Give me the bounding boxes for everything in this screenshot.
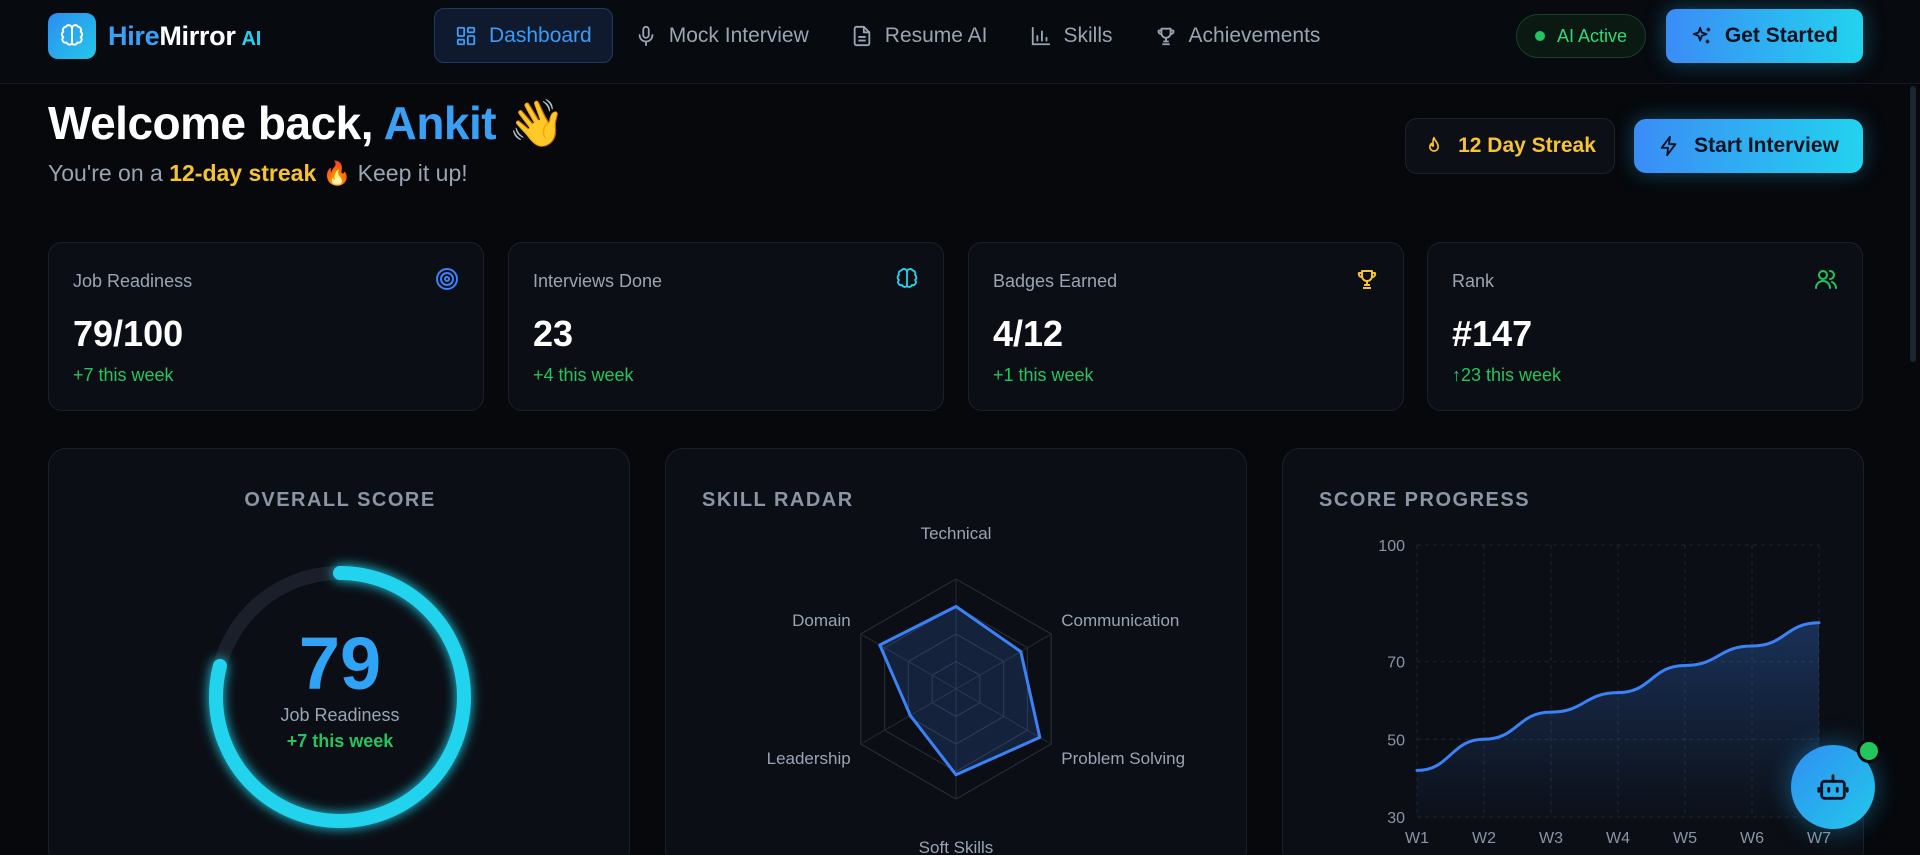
subtitle-suffix: Keep it up! <box>351 160 468 186</box>
x-tick-label: W4 <box>1606 830 1630 847</box>
x-tick-label: W5 <box>1673 830 1697 847</box>
brand-ai: AI <box>241 27 262 50</box>
stat-card-rank: Rank #147 ↑23 this week <box>1427 242 1863 411</box>
users-icon <box>1814 267 1838 296</box>
welcome-text: Welcome back, <box>48 97 384 149</box>
stat-card-interviews-done: Interviews Done 23 +4 this week <box>508 242 944 411</box>
scrollbar-thumb[interactable] <box>1910 86 1916 362</box>
score-progress-panel: SCORE PROGRESS 30 50 70 100 W1 W2 W3 W4 W5 W6 W7 <box>1282 448 1864 855</box>
stat-delta: +4 this week <box>533 365 634 385</box>
radar-axis-label: Leadership <box>767 749 851 768</box>
score-value: 79 <box>298 622 382 705</box>
user-name: Ankit <box>383 97 497 149</box>
x-tick-label: W6 <box>1740 830 1764 847</box>
start-interview-label: Start Interview <box>1694 134 1839 157</box>
brain-icon <box>895 267 919 296</box>
get-started-label: Get Started <box>1724 24 1839 47</box>
x-tick-label: W2 <box>1472 830 1496 847</box>
nav-label: Mock Interview <box>668 23 809 47</box>
stat-card-badges-earned: Badges Earned 4/12 +1 this week <box>968 242 1404 411</box>
get-started-button[interactable]: Get Started <box>1666 9 1863 63</box>
subtitle-prefix: You're on a <box>48 160 170 186</box>
radar-axis-label: Soft Skills <box>919 838 994 855</box>
document-icon <box>853 25 871 46</box>
y-tick-label: 30 <box>1387 810 1405 827</box>
radar-axis-label: Problem Solving <box>1061 749 1185 768</box>
x-tick-label: W1 <box>1405 830 1429 847</box>
stat-delta: +7 this week <box>73 365 174 385</box>
streak-badge-label: 12 Day Streak <box>1458 134 1596 157</box>
nav-item-dashboard[interactable]: Dashboard <box>434 8 613 63</box>
nav-links: Dashboard Mock Interview Resume AI Skill… <box>434 8 1342 63</box>
flame-icon <box>1429 136 1440 152</box>
nav-item-achievements[interactable]: Achievements <box>1135 8 1341 63</box>
panel-title: OVERALL SCORE <box>244 489 436 511</box>
stat-value: #147 <box>1452 313 1533 354</box>
score-progress-chart: 30 50 70 100 W1 W2 W3 W4 W5 W6 W7 <box>1378 538 1831 847</box>
nav-label: Achievements <box>1188 23 1321 47</box>
x-tick-label: W7 <box>1807 830 1831 847</box>
stat-delta: +1 this week <box>993 365 1094 385</box>
trophy-icon <box>1157 27 1174 45</box>
bar-chart-icon <box>1031 26 1050 45</box>
stat-delta: ↑23 this week <box>1452 365 1562 385</box>
nav-label: Skills <box>1063 23 1113 47</box>
streak-subtitle: You're on a 12-day streak 🔥 Keep it up! <box>48 160 468 187</box>
sparkles-icon <box>1692 26 1711 44</box>
radar-axis-label: Technical <box>921 524 992 543</box>
radar-series <box>878 605 1042 777</box>
dashboard-icon <box>456 26 476 45</box>
online-indicator <box>1857 739 1881 763</box>
ai-status-label: AI Active <box>1557 25 1628 46</box>
nav-item-resume-ai[interactable]: Resume AI <box>831 8 1008 63</box>
y-tick-label: 50 <box>1387 732 1405 749</box>
y-tick-label: 100 <box>1378 538 1405 555</box>
overall-score-panel: OVERALL SCORE 79 Job Readiness +7 this w… <box>48 448 630 855</box>
nav-label: Dashboard <box>489 23 592 47</box>
nav-item-mock-interview[interactable]: Mock Interview <box>615 8 829 63</box>
status-dot <box>1535 31 1545 41</box>
nav-label: Resume AI <box>884 23 988 47</box>
ai-status-badge: AI Active <box>1516 14 1647 58</box>
streak-badge: 12 Day Streak <box>1405 118 1615 174</box>
radar-axis-label: Domain <box>792 611 851 630</box>
score-delta: +7 this week <box>286 731 394 751</box>
stat-value: 4/12 <box>993 313 1064 354</box>
stat-label: Job Readiness <box>73 271 193 291</box>
subtitle-streak: 12-day streak <box>169 160 317 186</box>
start-interview-button[interactable]: Start Interview <box>1634 119 1863 173</box>
brand-name: HireMirror AI <box>108 21 261 52</box>
nav-item-skills[interactable]: Skills <box>1010 8 1133 63</box>
robot-icon <box>1817 774 1849 800</box>
microphone-icon <box>638 25 654 46</box>
trophy-icon <box>1355 267 1379 296</box>
radar-axis-label: Communication <box>1061 611 1179 630</box>
stat-value: 79/100 <box>73 313 184 354</box>
target-icon <box>435 267 459 296</box>
skill-radar-chart: Technical Communication Problem Solving Sof… <box>767 524 1185 855</box>
stat-card-job-readiness: Job Readiness 79/100 +7 this week <box>48 242 484 411</box>
score-label: Job Readiness <box>280 705 400 725</box>
brand-mirror: Mirror <box>159 20 236 51</box>
lightning-icon <box>1660 135 1677 157</box>
stat-label: Interviews Done <box>533 271 663 291</box>
brand-hire: Hire <box>108 20 160 51</box>
stat-label: Rank <box>1452 271 1495 291</box>
brand-logo[interactable]: HireMirror AI <box>48 13 261 59</box>
wave-emoji: 👋 <box>508 97 566 149</box>
y-tick-label: 70 <box>1387 655 1405 672</box>
stat-label: Badges Earned <box>993 271 1118 291</box>
fire-emoji: 🔥 <box>322 160 352 186</box>
x-tick-label: W3 <box>1539 830 1563 847</box>
page-title: Welcome back, Ankit 👋 <box>48 96 566 151</box>
stat-value: 23 <box>533 313 574 354</box>
brain-logo-icon <box>48 13 96 59</box>
top-navbar: HireMirror AI Dashboard Mock Interview Re… <box>0 0 1920 84</box>
skill-radar-panel: SKILL RADAR Technical Communication Proble… <box>665 448 1247 855</box>
